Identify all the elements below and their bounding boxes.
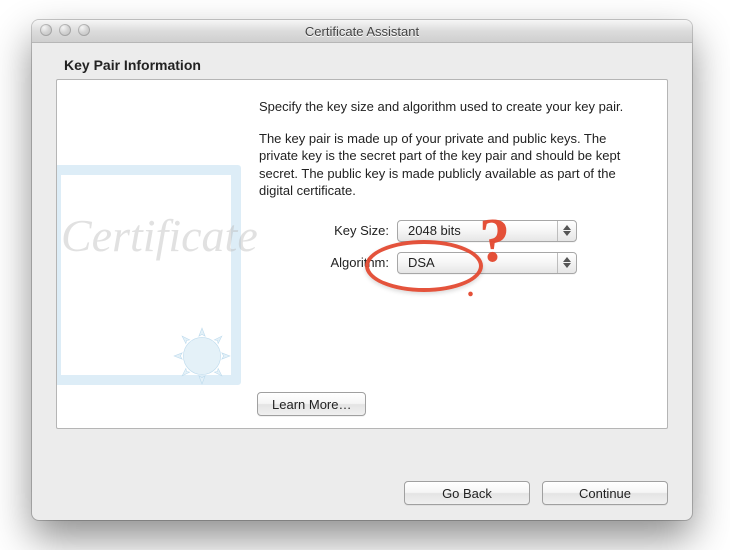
intro-paragraph-2: The key pair is made up of your private … — [259, 130, 641, 200]
keysize-label: Key Size: — [259, 223, 397, 238]
go-back-button[interactable]: Go Back — [404, 481, 530, 505]
intro-paragraph-1: Specify the key size and algorithm used … — [259, 98, 641, 116]
learn-more-label: Learn More… — [272, 397, 351, 412]
algorithm-label: Algorithm: — [259, 255, 397, 270]
learn-more-button[interactable]: Learn More… — [257, 392, 366, 416]
algorithm-select[interactable]: DSA — [397, 252, 577, 274]
keysize-row: Key Size: 2048 bits — [259, 220, 641, 242]
keysize-select[interactable]: 2048 bits — [397, 220, 577, 242]
algorithm-value: DSA — [408, 255, 435, 270]
window-controls — [40, 24, 90, 36]
stepper-icon — [557, 253, 576, 273]
window-titlebar[interactable]: Certificate Assistant — [32, 20, 692, 43]
certificate-watermark-text: Certificate — [61, 209, 258, 262]
seal-icon — [171, 325, 233, 387]
continue-label: Continue — [579, 486, 631, 501]
close-button[interactable] — [40, 24, 52, 36]
window-title: Certificate Assistant — [305, 24, 419, 39]
minimize-button[interactable] — [59, 24, 71, 36]
go-back-label: Go Back — [442, 486, 492, 501]
certificate-watermark: Certificate — [56, 165, 241, 405]
zoom-button[interactable] — [78, 24, 90, 36]
wizard-footer: Go Back Continue — [404, 481, 668, 505]
stepper-icon — [557, 221, 576, 241]
algorithm-row: Algorithm: DSA ? . — [259, 252, 641, 274]
keysize-value: 2048 bits — [408, 223, 461, 238]
annotation-question-dot: . — [467, 274, 474, 302]
page-heading: Key Pair Information — [64, 57, 668, 73]
certificate-assistant-window: Certificate Assistant Key Pair Informati… — [32, 20, 692, 520]
continue-button[interactable]: Continue — [542, 481, 668, 505]
content-panel: Certificate — [56, 79, 668, 429]
